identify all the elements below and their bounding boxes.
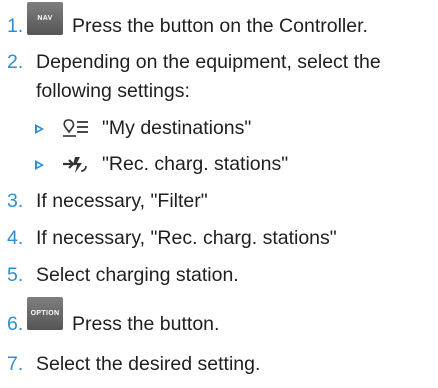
bullet-triangle-icon: [35, 124, 44, 134]
my-destinations-icon: [63, 119, 88, 137]
sub-item-my-destinations: "My destinations": [0, 116, 438, 140]
step-number: 4.: [7, 227, 24, 249]
step-text: Press the button on the Controller.: [72, 15, 368, 37]
option-button-label: OPTION: [30, 310, 60, 317]
step-number: 5.: [7, 264, 24, 286]
step-number: 2.: [7, 51, 24, 73]
step-text: If necessary, "Filter": [36, 190, 208, 212]
bullet-triangle-icon: [35, 160, 44, 170]
step-text-line-2: following settings:: [36, 80, 190, 102]
step-text: Select the desired setting.: [36, 353, 261, 375]
sub-item-text: "My destinations": [102, 117, 252, 139]
step-number: 3.: [7, 190, 24, 212]
option-button-icon: OPTION: [27, 297, 63, 330]
nav-button-label: NAV: [37, 15, 53, 22]
step-text: Select charging station.: [36, 264, 239, 286]
sub-item-rec-charg-stations: "Rec. charg. stations": [0, 152, 438, 176]
step-text: If necessary, "Rec. charg. stations": [36, 227, 337, 249]
sub-item-text: "Rec. charg. stations": [102, 153, 289, 175]
step-text: Press the button.: [72, 313, 220, 335]
charging-station-icon: [63, 157, 87, 173]
nav-button-icon: NAV: [27, 2, 63, 35]
step-number: 6.: [7, 313, 24, 335]
step-number: 1.: [7, 15, 24, 37]
step-number: 7.: [7, 353, 24, 375]
step-text-line-1: Depending on the equipment, select the: [36, 51, 381, 73]
